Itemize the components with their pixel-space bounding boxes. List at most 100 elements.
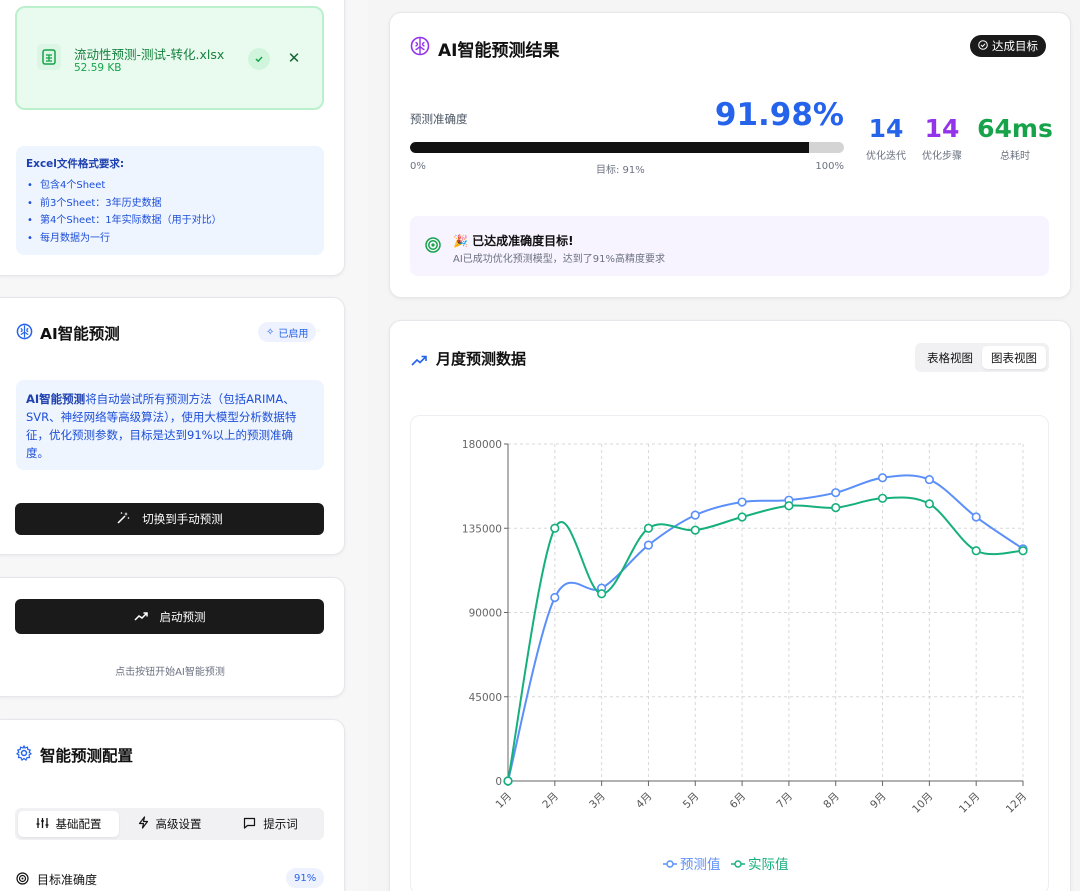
series-line-1 — [507, 496, 1024, 782]
target-accuracy-value: 91% — [286, 868, 325, 888]
target-icon — [425, 237, 441, 257]
trend-up-icon — [411, 351, 427, 370]
start-hint: 点击按钮开始AI智能预测 — [115, 667, 225, 678]
data-point — [831, 488, 841, 498]
ai-description: AI智能预测将自动尝试所有预测方法（包括ARIMA、SVR、神经网络等高级算法）… — [16, 380, 324, 470]
data-point — [550, 523, 560, 533]
data-point — [877, 473, 888, 483]
data-point — [503, 776, 513, 786]
check-circle-icon — [978, 39, 988, 53]
x-tick-label: 7月 — [774, 790, 795, 811]
message-icon — [243, 817, 256, 832]
x-tick-label: 2月 — [540, 790, 561, 811]
tab-basic[interactable]: 基础配置 — [18, 811, 119, 837]
requirements-list: 包含4个Sheet 前3个Sheet：3年历史数据 第4个Sheet：1年实际数… — [26, 177, 314, 247]
data-point — [643, 540, 654, 550]
enabled-badge: ✧ 已启用 — [258, 322, 317, 342]
start-prediction-button[interactable]: 启动预测 — [15, 599, 324, 634]
success-title: 🎉 已达成准确度目标! — [453, 232, 574, 249]
tab-label: 提示词 — [263, 817, 298, 831]
data-point — [690, 525, 700, 535]
goal-label: 达成目标 — [992, 39, 1038, 53]
success-title-text: 已达成准确度目标! — [472, 234, 574, 248]
x-tick-label: 9月 — [868, 790, 889, 811]
file-size: 52.59 KB — [74, 62, 122, 74]
data-point — [971, 546, 981, 556]
wand-icon — [116, 511, 130, 528]
list-item: 每月数据为一行 — [26, 230, 314, 248]
x-tick-label: 8月 — [821, 790, 842, 811]
data-point — [924, 474, 934, 485]
x-tick-label: 6月 — [728, 790, 749, 811]
data-point — [971, 512, 981, 522]
tab-label: 基础配置 — [55, 817, 102, 831]
lightning-icon — [138, 816, 149, 832]
success-desc: AI已成功优化预测模型，达到了91%高精度要求 — [453, 254, 666, 265]
total-time-label: 总耗时 — [1000, 151, 1030, 162]
data-point — [831, 503, 841, 513]
monthly-title: 月度预测数据 — [436, 350, 527, 368]
spreadsheet-icon — [37, 44, 61, 70]
data-point — [597, 589, 607, 599]
brain-icon — [410, 36, 430, 60]
legend-label: 预测值 — [680, 857, 721, 873]
target-icon — [16, 870, 29, 889]
brain-icon — [16, 323, 33, 344]
format-requirements: Excel文件格式要求: 包含4个Sheet 前3个Sheet：3年历史数据 第… — [16, 146, 324, 255]
y-tick-label: 90000 — [469, 608, 502, 620]
sparkle-icon: ✧ — [266, 326, 275, 338]
x-tick-label: 12月 — [1004, 790, 1029, 815]
trend-up-icon — [133, 610, 148, 624]
data-point — [784, 501, 794, 511]
scale-min: 0% — [410, 161, 426, 172]
config-title: 智能预测配置 — [40, 747, 134, 765]
accuracy-progress — [410, 142, 844, 153]
data-point — [737, 497, 747, 507]
data-point — [690, 510, 700, 520]
goal-reached-badge: 达成目标 — [970, 35, 1046, 57]
switch-manual-button[interactable]: 切换到手动预测 — [15, 503, 324, 535]
accuracy-progress-fill — [410, 142, 810, 153]
x-tick-label: 3月 — [587, 790, 608, 811]
accuracy-value: 91.98% — [714, 97, 844, 133]
tab-label: 高级设置 — [155, 817, 202, 831]
series-line-0 — [507, 474, 1024, 782]
iterations-value: 14 — [868, 114, 904, 143]
requirements-title: Excel文件格式要求: — [26, 158, 125, 170]
gear-icon — [15, 744, 33, 765]
uploaded-file: 流动性预测-测试-转化.xlsx 52.59 KB ✕ — [15, 6, 324, 110]
steps-value: 14 — [924, 114, 960, 143]
tab-prompt[interactable]: 提示词 — [220, 811, 321, 837]
check-icon — [248, 48, 270, 70]
table-view-button[interactable]: 表格视图 — [918, 346, 982, 369]
sliders-icon — [36, 817, 49, 832]
data-point — [643, 523, 654, 533]
start-card — [0, 577, 345, 697]
x-tick-label: 4月 — [634, 790, 655, 811]
config-tabs: 基础配置 高级设置 提示词 — [15, 808, 324, 840]
y-tick-label: 135000 — [462, 523, 502, 535]
remove-file-button[interactable]: ✕ — [283, 47, 305, 69]
scale-target: 目标: 91% — [596, 165, 645, 176]
chart-container: 180000 135000 90000 45000 0 1月 2月 3月 4月 5月 6月 7月 8月 9… — [410, 415, 1049, 891]
badge-label: 已启用 — [278, 328, 309, 340]
desc-strong: AI智能预测 — [26, 392, 86, 406]
y-tick-label: 0 — [495, 776, 502, 788]
start-label: 启动预测 — [159, 609, 206, 624]
y-tick-label: 45000 — [469, 692, 502, 704]
data-point — [877, 493, 888, 503]
data-point — [737, 512, 747, 522]
legend-label: 实际值 — [748, 857, 789, 873]
iterations-label: 优化迭代 — [866, 151, 906, 162]
legend-marker — [734, 860, 742, 868]
y-tick-label: 180000 — [462, 439, 502, 451]
file-name: 流动性预测-测试-转化.xlsx — [74, 47, 225, 62]
list-item: 前3个Sheet：3年历史数据 — [26, 195, 314, 213]
tab-advanced[interactable]: 高级设置 — [119, 811, 220, 837]
target-accuracy-label: 目标准确度 — [37, 873, 98, 887]
switch-label: 切换到手动预测 — [142, 512, 223, 526]
success-banner: 🎉 已达成准确度目标! AI已成功优化预测模型，达到了91%高精度要求 — [410, 216, 1049, 276]
chart-view-button[interactable]: 图表视图 — [982, 346, 1046, 369]
view-toggle: 表格视图 图表视图 — [915, 343, 1049, 372]
party-icon: 🎉 — [453, 234, 468, 248]
